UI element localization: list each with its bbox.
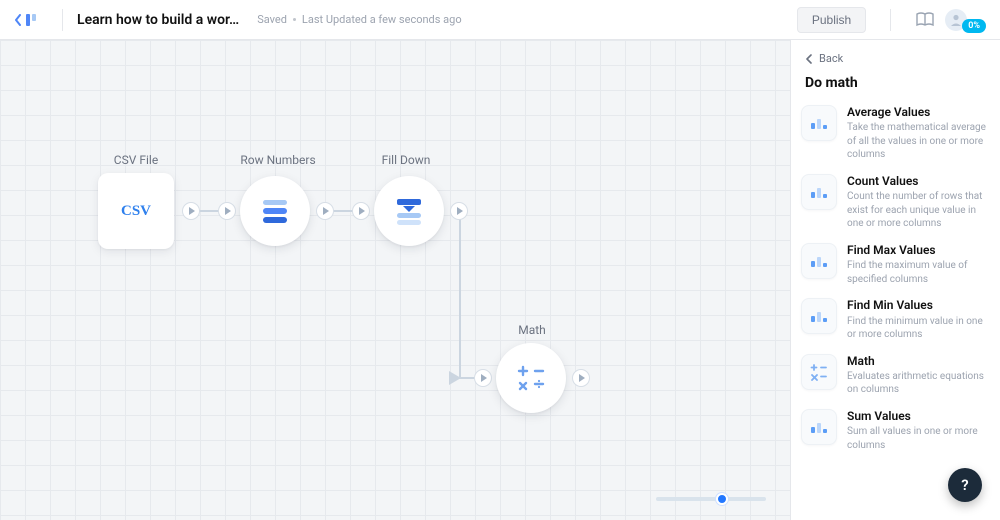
operation-title: Sum Values <box>847 409 990 423</box>
port-in-filldown[interactable] <box>352 202 370 220</box>
operation-text: Average Values Take the mathematical aver… <box>847 105 990 162</box>
connectors <box>0 40 790 520</box>
progress-badge: 0% <box>962 19 986 33</box>
operation-text: Sum Values Sum all values in one or more … <box>847 409 990 452</box>
help-button[interactable]: ? <box>948 468 982 502</box>
operation-text: Find Min Values Find the minimum value in… <box>847 298 990 341</box>
bars-icon <box>801 298 837 334</box>
rows-icon <box>257 196 293 226</box>
operation-desc: Evaluates arithmetic equations on column… <box>847 370 990 397</box>
docs-button[interactable] <box>915 12 935 28</box>
operations-list: Average Values Take the mathematical aver… <box>791 103 1000 454</box>
operation-desc: Find the maximum value of specified colu… <box>847 259 990 286</box>
node-math[interactable] <box>496 343 566 413</box>
node-label-csv: CSV File <box>98 153 174 167</box>
csv-glyph: CSV <box>121 203 151 220</box>
port-out-math[interactable] <box>572 369 590 387</box>
save-status-label: Saved <box>257 13 287 26</box>
app-logo-icon <box>24 12 38 28</box>
operation-desc: Find the minimum value in one or more co… <box>847 315 990 342</box>
zoom-thumb[interactable] <box>716 493 728 505</box>
node-fill-down[interactable] <box>374 176 444 246</box>
operation-item[interactable]: Count Values Count the number of rows tha… <box>801 172 990 233</box>
operation-title: Count Values <box>847 174 990 188</box>
node-row-numbers[interactable] <box>240 176 310 246</box>
zoom-track <box>656 497 766 501</box>
bars-icon <box>801 105 837 141</box>
operation-item[interactable]: Find Min Values Find the minimum value in… <box>801 296 990 343</box>
operation-item[interactable]: Find Max Values Find the maximum value of… <box>801 241 990 288</box>
save-status: Saved Last Updated a few seconds ago <box>257 13 461 26</box>
panel-back-button[interactable]: Back <box>791 52 1000 65</box>
zoom-slider[interactable] <box>656 492 766 506</box>
workflow-canvas[interactable]: CSV File CSV Row Numbers Fill Down Math <box>0 40 790 520</box>
help-icon: ? <box>961 476 968 494</box>
chevron-left-icon <box>14 14 22 26</box>
operation-text: Math Evaluates arithmetic equations on co… <box>847 354 990 397</box>
operation-desc: Count the number of rows that exist for … <box>847 190 990 231</box>
divider <box>890 9 891 31</box>
node-label-rownumbers: Row Numbers <box>228 153 328 167</box>
math-icon <box>801 354 837 390</box>
bars-icon <box>801 243 837 279</box>
bars-icon <box>801 174 837 210</box>
operation-title: Find Max Values <box>847 243 990 257</box>
top-bar: Learn how to build a wor… Saved Last Upd… <box>0 0 1000 40</box>
panel-title: Do math <box>805 75 986 91</box>
operations-panel: Back Do math Average Values Take the math… <box>790 40 1000 520</box>
operation-item[interactable]: Math Evaluates arithmetic equations on co… <box>801 352 990 399</box>
dot-separator-icon <box>293 18 296 21</box>
node-csv-file[interactable]: CSV <box>98 173 174 249</box>
operation-title: Average Values <box>847 105 990 119</box>
panel-back-label: Back <box>819 52 843 65</box>
divider <box>62 9 63 31</box>
node-label-math: Math <box>502 323 562 337</box>
port-out-rownumbers[interactable] <box>316 202 334 220</box>
bars-icon <box>801 409 837 445</box>
port-out-filldown[interactable] <box>450 202 468 220</box>
math-icon <box>514 361 548 395</box>
fill-down-icon <box>391 195 427 227</box>
operation-text: Find Max Values Find the maximum value of… <box>847 243 990 286</box>
publish-button[interactable]: Publish <box>797 7 866 33</box>
last-updated-label: Last Updated a few seconds ago <box>302 13 462 26</box>
port-out-csv[interactable] <box>182 202 200 220</box>
operation-title: Find Min Values <box>847 298 990 312</box>
back-logo[interactable] <box>14 12 38 28</box>
page-title: Learn how to build a wor… <box>77 12 239 28</box>
operation-text: Count Values Count the number of rows tha… <box>847 174 990 231</box>
port-in-rownumbers[interactable] <box>218 202 236 220</box>
account-menu[interactable]: 0% <box>945 7 986 33</box>
topbar-actions: Publish 0% <box>797 7 986 33</box>
operation-title: Math <box>847 354 990 368</box>
port-in-math[interactable] <box>474 369 492 387</box>
operation-item[interactable]: Sum Values Sum all values in one or more … <box>801 407 990 454</box>
operation-desc: Sum all values in one or more columns <box>847 425 990 452</box>
chevron-left-icon <box>805 54 813 64</box>
node-label-filldown: Fill Down <box>366 153 446 167</box>
operation-desc: Take the mathematical average of all the… <box>847 121 990 162</box>
operation-item[interactable]: Average Values Take the mathematical aver… <box>801 103 990 164</box>
book-icon <box>915 12 935 28</box>
